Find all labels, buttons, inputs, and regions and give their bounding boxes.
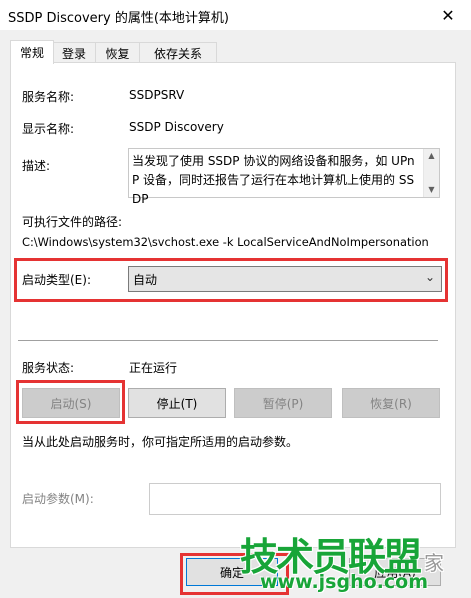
resume-button[interactable]: 恢复(R) [342,388,440,418]
tab-logon[interactable]: 登录 [52,42,96,63]
scroll-down-icon[interactable]: ▼ [424,183,439,197]
service-name-value: SSDPSRV [129,88,185,102]
close-button[interactable]: ✕ [425,0,471,30]
tab-recovery[interactable]: 恢复 [95,42,140,63]
start-params-input[interactable] [149,483,441,515]
startup-type-select[interactable]: 自动 ⌄ [128,266,442,292]
service-status-label: 服务状态: [22,361,75,375]
description-scrollbar[interactable]: ▲ ▼ [423,149,439,197]
close-icon: ✕ [441,5,455,25]
tab-dependencies[interactable]: 依存关系 [139,42,217,63]
service-name-label: 服务名称: [22,90,75,104]
startup-type-label: 启动类型(E): [22,273,91,287]
display-name-value: SSDP Discovery [129,120,224,134]
display-name-label: 显示名称: [22,122,75,136]
service-status-value: 正在运行 [129,361,178,375]
startup-type-value: 自动 [133,273,158,287]
general-panel [10,62,456,548]
tab-general[interactable]: 常规 [10,40,54,64]
watermark-url: www.jsgho.com [260,571,428,593]
description-text: 当发现了使用 SSDP 协议的网络设备和服务，如 UPnP 设备，同时还报告了运… [132,154,415,206]
description-label: 描述: [22,159,51,173]
description-box[interactable]: 当发现了使用 SSDP 协议的网络设备和服务，如 UPnP 设备，同时还报告了运… [128,148,440,206]
scroll-up-icon[interactable]: ▲ [424,149,439,163]
start-params-label: 启动参数(M): [22,492,94,506]
start-button[interactable]: 启动(S) [22,388,120,418]
chevron-down-icon: ⌄ [424,270,435,284]
start-hint-text: 当从此处启动服务时，你可指定所适用的启动参数。 [22,435,299,449]
exec-path-label: 可执行文件的路径: [22,215,123,229]
title-bar: SSDP Discovery 的属性(本地计算机) ✕ [0,0,471,30]
window-title: SSDP Discovery 的属性(本地计算机) [8,11,229,26]
stop-button[interactable]: 停止(T) [128,388,226,418]
divider [18,340,438,341]
exec-path-value: C:\Windows\system32\svchost.exe -k Local… [22,235,429,249]
pause-button[interactable]: 暂停(P) [234,388,332,418]
